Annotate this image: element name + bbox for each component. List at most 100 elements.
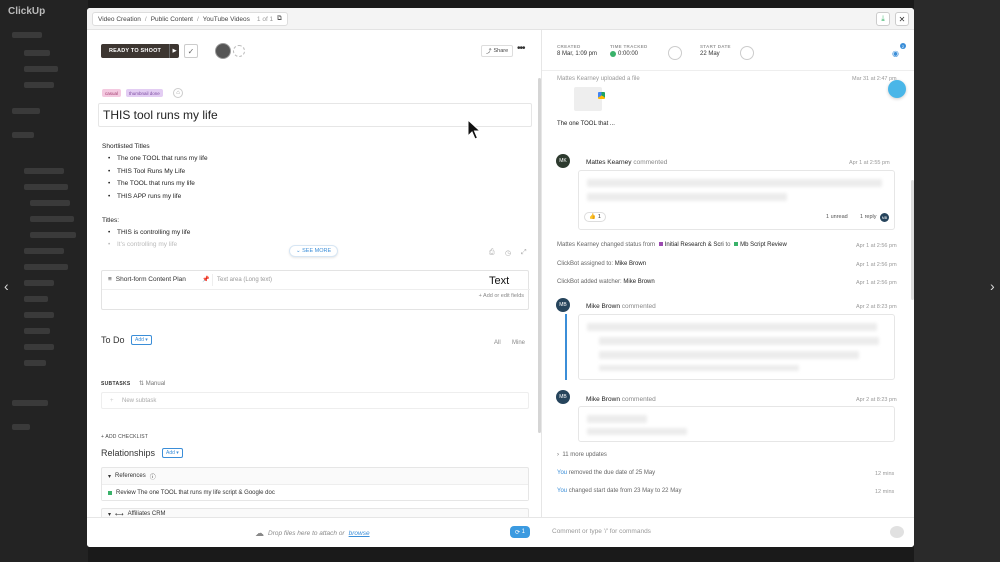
reply-count[interactable]: 1 reply <box>860 214 877 220</box>
blurred-text <box>599 351 859 359</box>
chat-bubble-icon[interactable] <box>890 526 904 538</box>
activity-user: You <box>557 470 568 476</box>
activity-text: changed start date from 23 May to 22 May <box>568 488 682 494</box>
bg-placeholder <box>12 132 34 138</box>
attachment-icon: ⟳ <box>514 529 522 536</box>
file-caption[interactable]: The one TOOL that ... <box>557 121 615 127</box>
sort-icon: ⇅ <box>139 381 146 387</box>
status-color-icon <box>734 242 739 246</box>
file-thumbnail[interactable] <box>574 87 602 111</box>
long-text-field[interactable]: Text area (Long text) <box>212 274 527 286</box>
reference-item[interactable]: Review The one TOOL that runs my life sc… <box>102 484 528 500</box>
comment-box[interactable] <box>578 314 895 380</box>
description-heading: Titles: <box>102 217 120 224</box>
prev-arrow-icon[interactable]: ‹ <box>4 278 9 294</box>
download-icon[interactable]: ⤓ <box>876 12 890 26</box>
browse-link[interactable]: browse <box>349 530 370 537</box>
assignee-avatar[interactable] <box>215 43 231 59</box>
assign-activity: ClickBot assigned to: Mike Brown <box>557 261 646 267</box>
meta-value[interactable]: 0:00:00 <box>610 51 648 57</box>
caret-down-icon: ▾ <box>108 473 112 480</box>
breadcrumb-item[interactable]: Public Content <box>151 16 193 23</box>
bg-placeholder <box>24 248 64 254</box>
todo-heading: To Do <box>101 335 125 345</box>
relationships-add-button[interactable]: Add ▾ <box>162 448 183 458</box>
comment-box[interactable] <box>578 406 895 442</box>
add-checklist-button[interactable]: + ADD CHECKLIST <box>101 434 148 440</box>
attach-dropzone[interactable]: ☁ Drop files here to attach or browse <box>255 528 370 539</box>
avatar: MB <box>556 390 570 404</box>
blurred-text <box>587 428 687 435</box>
attachments-count-button[interactable]: ⟳ 1 <box>510 526 530 538</box>
share-button[interactable]: ⤴ Share <box>481 45 514 57</box>
activity-time: Apr 1 at 2:56 pm <box>856 243 897 249</box>
bg-placeholder <box>12 32 42 38</box>
copy-link-icon[interactable]: ⧉ <box>277 15 282 23</box>
activity-time: Apr 1 at 2:56 pm <box>856 280 897 286</box>
author-name: Mattes Kearney <box>586 159 632 166</box>
google-drive-icon <box>598 92 605 99</box>
comment-input[interactable]: Comment or type '/' for commands <box>552 528 651 535</box>
update-activity: You changed start date from 23 May to 22… <box>557 488 682 494</box>
add-edit-fields-link[interactable]: + Add or edit fields <box>479 293 524 299</box>
tag-thumbnail-done[interactable]: thumbnail done <box>126 89 163 97</box>
play-icon[interactable] <box>610 51 616 57</box>
comment-box[interactable]: 👍 1 1 unread 1 reply MB <box>578 170 895 230</box>
overlay-text: Text <box>489 275 510 287</box>
comment-time: Apr 2 at 8:23 pm <box>856 397 897 403</box>
bg-placeholder <box>24 82 54 88</box>
background-sidebar: ClickUp <box>0 0 88 562</box>
share-label: Share <box>493 48 509 54</box>
filter-mine[interactable]: Mine <box>512 340 525 346</box>
add-label: Add <box>135 337 144 343</box>
info-icon: ⓘ <box>149 474 156 481</box>
expand-icon[interactable]: ⤢ <box>521 249 527 257</box>
bg-placeholder <box>24 168 64 174</box>
time-value: 0:00:00 <box>618 51 639 57</box>
add-tag-icon[interactable]: ⌂ <box>173 88 183 98</box>
drop-text: Drop files here to attach or <box>268 530 345 537</box>
complete-check-icon[interactable]: ✓ <box>184 44 198 58</box>
bg-placeholder <box>12 108 40 114</box>
bg-placeholder <box>24 184 68 190</box>
meta-key: TIME TRACKED <box>610 44 648 49</box>
reaction-badge[interactable]: 👍 1 <box>584 212 606 222</box>
calendar-icon[interactable] <box>740 46 754 60</box>
field-label-text: Short-form Content Plan <box>115 276 186 283</box>
more-updates-link[interactable]: › 11 more updates <box>557 452 607 458</box>
activity-float-icon[interactable] <box>888 80 906 98</box>
close-icon[interactable]: ✕ <box>895 12 909 26</box>
activity-user: Mike Brown <box>614 261 647 267</box>
next-arrow-icon[interactable]: › <box>990 278 995 294</box>
print-icon[interactable]: ⎙ <box>489 249 495 257</box>
watchers-eye-icon[interactable]: ◉ <box>892 49 899 58</box>
comment-time: Apr 1 at 2:55 pm <box>849 160 890 166</box>
more-options-icon[interactable]: ••• <box>517 43 525 54</box>
sort-manual[interactable]: ⇅ Manual <box>139 380 165 387</box>
activity-time: 12 mins <box>875 489 895 495</box>
breadcrumb-item[interactable]: YouTube Videos <box>203 16 250 23</box>
activity-text: ClickBot added watcher: <box>557 279 622 285</box>
filter-all[interactable]: All <box>494 340 501 346</box>
pin-icon[interactable]: 📌 <box>202 276 209 283</box>
activity-user: Mike Brown <box>623 279 655 285</box>
todo-add-button[interactable]: Add ▾ <box>131 335 152 345</box>
references-header[interactable]: ▾ References ⓘ <box>102 468 528 484</box>
add-assignee-icon[interactable] <box>233 45 245 57</box>
bg-placeholder <box>24 264 68 270</box>
new-subtask-input[interactable]: New subtask <box>101 392 529 409</box>
list-item: It's controlling my life <box>108 241 177 248</box>
reply-avatar: MB <box>880 213 889 222</box>
history-icon[interactable]: ◷ <box>505 249 511 257</box>
bg-placeholder <box>24 312 54 318</box>
status-button[interactable]: READY TO SHOOT ▶ <box>101 44 180 58</box>
breadcrumb-item[interactable]: Video Creation <box>98 16 141 23</box>
tag-casual[interactable]: casual <box>102 89 122 97</box>
list-item: THIS Tool Runs My Life <box>108 168 185 175</box>
see-more-button[interactable]: ⌄ SEE MORE <box>289 245 339 257</box>
meta-value[interactable]: 22 May <box>700 51 731 57</box>
chevron-right-icon[interactable]: ▶ <box>169 44 179 58</box>
hourglass-icon[interactable] <box>668 46 682 60</box>
scrollbar[interactable] <box>911 180 914 300</box>
unread-count[interactable]: 1 unread <box>826 214 848 220</box>
